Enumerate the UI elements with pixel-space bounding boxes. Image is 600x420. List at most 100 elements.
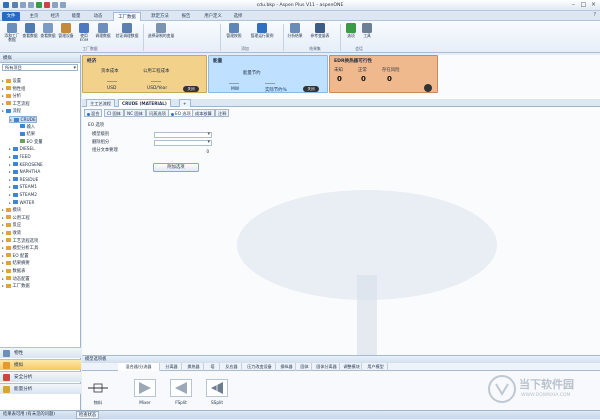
energy-card[interactable]: 能量 能量节约 ____ ____ MW 实际节约% 关闭: [208, 55, 328, 93]
tree-item[interactable]: ▸ 反应: [2, 222, 21, 229]
tab-home[interactable]: 主页: [26, 12, 42, 21]
tree-item[interactable]: ▸ 动态配置: [2, 276, 30, 283]
ribbon-button-manage-equipment[interactable]: 管理设备: [58, 23, 74, 45]
palette-tab[interactable]: 反应器: [222, 363, 242, 371]
palette-tab[interactable]: 调整模块: [342, 363, 362, 371]
economics-toggle[interactable]: 关闭: [183, 86, 199, 92]
tree-item[interactable]: ▸ RESIDUE: [9, 177, 38, 184]
eom-icon: [79, 23, 89, 33]
tab-user-defined[interactable]: 用户定义: [200, 12, 226, 21]
tree-item[interactable]: ▸ 工艺流程: [2, 101, 30, 108]
tree-item[interactable]: ▸ 工艺流程选项: [2, 238, 38, 245]
ribbon-button-options[interactable]: 选项: [344, 23, 358, 45]
tree-item[interactable]: 结果: [16, 131, 35, 138]
tab-energy[interactable]: 能量: [68, 12, 84, 21]
tree-item[interactable]: ▸ 公用工程: [2, 215, 30, 222]
tree-item[interactable]: 输入: [16, 124, 35, 131]
tab-comments[interactable]: 注释: [215, 109, 230, 117]
palette-tab[interactable]: 固体: [298, 363, 312, 371]
check-status-button[interactable]: 检查状态: [76, 411, 100, 419]
folder-icon: [6, 215, 11, 220]
palette-tab[interactable]: 换热器: [184, 363, 204, 371]
tree-item[interactable]: ▸ 分析: [2, 93, 21, 100]
palette-tab[interactable]: 混合器/分流器: [118, 363, 160, 371]
component-text-value[interactable]: 0: [154, 148, 212, 154]
tab-plant-data[interactable]: 工厂数据: [113, 12, 141, 21]
tree-item[interactable]: ▸ FEED: [9, 154, 31, 161]
tree-item[interactable]: ▸ 数据表: [2, 268, 25, 275]
tree-item[interactable]: ▸ 工厂数据: [2, 283, 30, 290]
nav-button-energy[interactable]: 能量分析: [0, 383, 81, 394]
tree-item[interactable]: ▸ EO 配置: [2, 253, 29, 260]
tab-file[interactable]: 文件: [2, 12, 20, 21]
model-level-select[interactable]: [154, 132, 212, 138]
tree-item[interactable]: ▸ KEROSENE: [9, 162, 43, 169]
tab-dynamics[interactable]: 动态: [90, 12, 106, 21]
tab-flash-options[interactable]: 闪蒸选项: [146, 109, 169, 117]
ribbon-button-add-plant-data[interactable]: 添和工厂数据: [4, 23, 20, 45]
ribbon-button-validate-data[interactable]: 验证调理数据: [114, 23, 140, 45]
additional-options-button[interactable]: 附加选项: [153, 163, 199, 172]
tab-eo-options[interactable]: EO 选项: [168, 109, 194, 117]
nav-button-properties[interactable]: 物性: [0, 347, 81, 358]
tree-item[interactable]: ▸ STEAM1: [9, 184, 37, 191]
tree-item[interactable]: ▸ STEAM2: [9, 192, 37, 199]
form-section-title: EO 选项: [88, 123, 105, 128]
palette-tab[interactable]: 分离器: [162, 363, 182, 371]
ribbon-button-view-data-2[interactable]: 查看数据: [40, 23, 56, 45]
tab-crude-material[interactable]: CRUDE (MATERIAL): [118, 99, 171, 107]
ribbon-button-manage-cases[interactable]: 管理按照: [223, 23, 245, 45]
nav-button-simulation[interactable]: 模拟: [0, 359, 81, 370]
tree-item[interactable]: ▸ 流程: [2, 108, 21, 115]
tab-mixed[interactable]: 混合: [84, 109, 103, 117]
tab-ci-solid[interactable]: CI 固体: [104, 109, 124, 117]
ribbon-button-view-data[interactable]: 查看数据: [22, 23, 38, 45]
palette-block-material[interactable]: 物料: [86, 375, 110, 407]
ribbon-button-manage-runs[interactable]: 管理运行案例: [247, 23, 277, 45]
nav-button-safety[interactable]: 安全分析: [0, 371, 81, 382]
ribbon-button-use-eom[interactable]: 使用EOM: [76, 23, 92, 45]
tree-item[interactable]: ▸ CRUDE: [9, 116, 37, 123]
palette-block-mixer[interactable]: Mixer: [130, 375, 160, 407]
tab-costing[interactable]: 成本核算: [192, 109, 215, 117]
palette-block-ssplit[interactable]: SSplit: [202, 375, 232, 407]
palette-tab[interactable]: 塔: [206, 363, 220, 371]
tree-item[interactable]: ▸ 物性组: [2, 86, 25, 93]
palette-tab[interactable]: 操纵器: [278, 363, 296, 371]
ribbon-button-analyze-results[interactable]: 分析结果: [286, 23, 304, 45]
ribbon-button-variable-table[interactable]: 参考变量表: [306, 23, 334, 45]
tree-item[interactable]: ▸ 设置: [2, 78, 21, 85]
help-icon[interactable]: ?: [593, 12, 596, 18]
new-tab-button[interactable]: +: [179, 99, 191, 107]
ribbon-button-select-variables[interactable]: 选择录制的变量: [146, 23, 176, 45]
edr-card[interactable]: EDR换热器可行性 未知 正常 存在风险 0 0 0: [329, 55, 438, 93]
tree-item[interactable]: ▸ WATER: [9, 200, 34, 207]
navigation-filter-combo[interactable]: 所有项目: [2, 64, 78, 71]
tree-item[interactable]: EO 变量: [16, 139, 43, 146]
close-button[interactable]: ×: [589, 1, 598, 9]
tab-methods[interactable]: 默定方法: [146, 12, 174, 21]
ribbon-button-reconcile-data[interactable]: 调理数据: [94, 23, 112, 45]
edr-settings-icon[interactable]: [424, 84, 432, 92]
ribbon-button-tools[interactable]: 工具: [360, 23, 374, 45]
tab-economics[interactable]: 经济: [47, 12, 63, 21]
tab-report[interactable]: 报告: [178, 12, 194, 21]
tree-item[interactable]: ▸ 模块: [2, 207, 21, 214]
maximize-button[interactable]: □: [579, 1, 588, 9]
tab-main-flowsheet[interactable]: 主工艺流程: [86, 99, 115, 107]
tab-nc-solid[interactable]: NC 固体: [124, 109, 146, 117]
tree-item[interactable]: ▸ DIESEL: [9, 146, 35, 153]
tree-item[interactable]: ▸ 收敛: [2, 230, 21, 237]
palette-block-fsplit[interactable]: FSplit: [166, 375, 196, 407]
tab-select[interactable]: 选择: [230, 12, 246, 21]
economics-card[interactable]: 经济 资本成本 公用工程成本 ____ ____ USD USD/Year 关闭: [82, 55, 207, 93]
tree-item[interactable]: ▸ 结果摘要: [2, 260, 30, 267]
minimize-button[interactable]: –: [569, 1, 578, 9]
palette-tab[interactable]: 固体分离器: [314, 363, 340, 371]
tree-item[interactable]: ▸ NAPHTHA: [9, 169, 40, 176]
tree-item[interactable]: ▸ 模型分析工具: [2, 245, 38, 252]
palette-tab[interactable]: 用户模型: [364, 363, 388, 371]
palette-tab[interactable]: 压力改变设备: [244, 363, 276, 371]
energy-toggle[interactable]: 关闭: [303, 86, 319, 92]
delete-components-select[interactable]: [154, 140, 212, 146]
